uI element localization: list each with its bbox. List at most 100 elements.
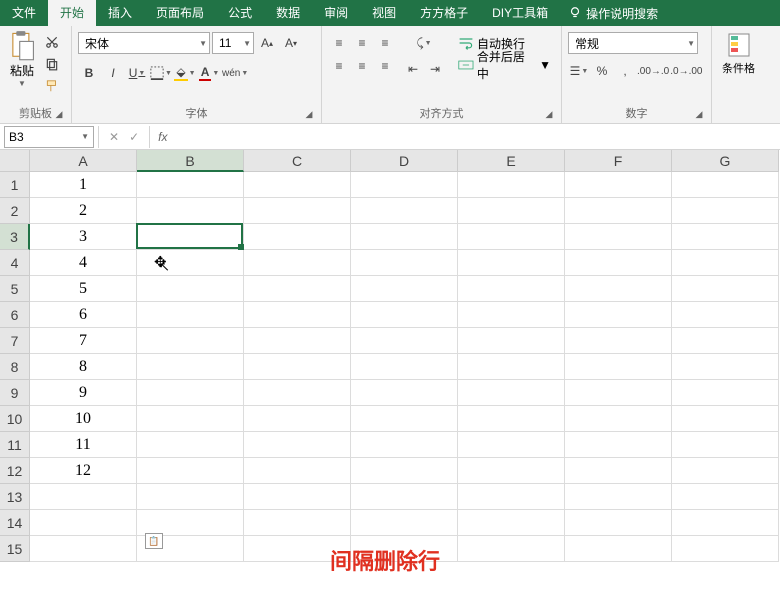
cell-G5[interactable]: [672, 276, 779, 302]
conditional-format-button[interactable]: 条件格: [716, 28, 761, 80]
cell-B1[interactable]: [137, 172, 244, 198]
cell-E1[interactable]: [458, 172, 565, 198]
cell-A13[interactable]: [30, 484, 137, 510]
cell-E6[interactable]: [458, 302, 565, 328]
align-top-button[interactable]: ≡: [328, 32, 350, 54]
row-head-3[interactable]: 3: [0, 224, 30, 250]
cell-E7[interactable]: [458, 328, 565, 354]
tab-开始[interactable]: 开始: [48, 0, 96, 26]
cell-E11[interactable]: [458, 432, 565, 458]
cell-C10[interactable]: [244, 406, 351, 432]
decrease-decimal-button[interactable]: .0→.00: [670, 60, 702, 82]
cell-G12[interactable]: [672, 458, 779, 484]
cell-B9[interactable]: [137, 380, 244, 406]
cell-G8[interactable]: [672, 354, 779, 380]
cell-A3[interactable]: 3: [30, 224, 137, 250]
font-size-combo[interactable]: 11▼: [212, 32, 254, 54]
row-head-10[interactable]: 10: [0, 406, 30, 432]
cell-E12[interactable]: [458, 458, 565, 484]
accounting-button[interactable]: ☰▼: [568, 60, 590, 82]
tab-公式[interactable]: 公式: [216, 0, 264, 26]
cell-D11[interactable]: [351, 432, 458, 458]
cell-F2[interactable]: [565, 198, 672, 224]
cell-C4[interactable]: [244, 250, 351, 276]
enter-formula-button[interactable]: ✓: [129, 130, 139, 144]
number-format-combo[interactable]: 常规▼: [568, 32, 698, 54]
col-head-B[interactable]: B: [137, 150, 244, 172]
row-head-9[interactable]: 9: [0, 380, 30, 406]
align-center-button[interactable]: ≡: [351, 55, 373, 77]
increase-decimal-button[interactable]: .00→.0: [637, 60, 669, 82]
tell-me-search[interactable]: 操作说明搜索: [560, 5, 666, 22]
cell-B2[interactable]: [137, 198, 244, 224]
row-head-8[interactable]: 8: [0, 354, 30, 380]
cell-D2[interactable]: [351, 198, 458, 224]
cell-A15[interactable]: [30, 536, 137, 562]
cell-A10[interactable]: 10: [30, 406, 137, 432]
format-painter-button[interactable]: [42, 76, 62, 96]
cell-F5[interactable]: [565, 276, 672, 302]
cell-F14[interactable]: [565, 510, 672, 536]
cell-C1[interactable]: [244, 172, 351, 198]
cell-F1[interactable]: [565, 172, 672, 198]
cell-E14[interactable]: [458, 510, 565, 536]
percent-button[interactable]: %: [591, 60, 613, 82]
cell-G14[interactable]: [672, 510, 779, 536]
cell-G3[interactable]: [672, 224, 779, 250]
cell-E2[interactable]: [458, 198, 565, 224]
cell-E5[interactable]: [458, 276, 565, 302]
row-head-4[interactable]: 4: [0, 250, 30, 276]
copy-button[interactable]: [42, 54, 62, 74]
cell-B8[interactable]: [137, 354, 244, 380]
cell-D4[interactable]: [351, 250, 458, 276]
cell-C12[interactable]: [244, 458, 351, 484]
cell-D3[interactable]: [351, 224, 458, 250]
name-box[interactable]: B3▼: [4, 126, 94, 148]
cell-A1[interactable]: 1: [30, 172, 137, 198]
cell-E8[interactable]: [458, 354, 565, 380]
col-head-F[interactable]: F: [565, 150, 672, 172]
cell-B6[interactable]: [137, 302, 244, 328]
cell-A4[interactable]: 4: [30, 250, 137, 276]
row-head-14[interactable]: 14: [0, 510, 30, 536]
cell-F6[interactable]: [565, 302, 672, 328]
tab-数据[interactable]: 数据: [264, 0, 312, 26]
cell-G1[interactable]: [672, 172, 779, 198]
cell-A11[interactable]: 11: [30, 432, 137, 458]
cell-D13[interactable]: [351, 484, 458, 510]
row-head-7[interactable]: 7: [0, 328, 30, 354]
align-launcher[interactable]: ◢: [543, 109, 555, 121]
cell-G7[interactable]: [672, 328, 779, 354]
col-head-E[interactable]: E: [458, 150, 565, 172]
cell-F9[interactable]: [565, 380, 672, 406]
cell-F4[interactable]: [565, 250, 672, 276]
tab-DIY工具箱[interactable]: DIY工具箱: [480, 0, 560, 26]
cell-C2[interactable]: [244, 198, 351, 224]
orientation-button[interactable]: ⤹▼: [402, 32, 446, 54]
row-head-12[interactable]: 12: [0, 458, 30, 484]
cell-C14[interactable]: [244, 510, 351, 536]
select-all-corner[interactable]: [0, 150, 30, 172]
cell-D6[interactable]: [351, 302, 458, 328]
italic-button[interactable]: I: [102, 62, 124, 84]
shrink-font-button[interactable]: A▾: [280, 32, 302, 54]
cell-C5[interactable]: [244, 276, 351, 302]
align-right-button[interactable]: ≡: [374, 55, 396, 77]
col-head-C[interactable]: C: [244, 150, 351, 172]
cell-A6[interactable]: 6: [30, 302, 137, 328]
cell-F12[interactable]: [565, 458, 672, 484]
worksheet-grid[interactable]: ABCDEFG 123456789101112131415 1234567891…: [0, 150, 780, 600]
cell-A12[interactable]: 12: [30, 458, 137, 484]
cell-C13[interactable]: [244, 484, 351, 510]
align-middle-button[interactable]: ≡: [351, 32, 373, 54]
fill-color-button[interactable]: ⬙▼: [174, 62, 196, 84]
font-launcher[interactable]: ◢: [303, 109, 315, 121]
font-name-combo[interactable]: 宋体▼: [78, 32, 210, 54]
cell-D14[interactable]: [351, 510, 458, 536]
cell-D5[interactable]: [351, 276, 458, 302]
cell-C7[interactable]: [244, 328, 351, 354]
cell-G9[interactable]: [672, 380, 779, 406]
align-bottom-button[interactable]: ≡: [374, 32, 396, 54]
row-head-5[interactable]: 5: [0, 276, 30, 302]
cell-D8[interactable]: [351, 354, 458, 380]
